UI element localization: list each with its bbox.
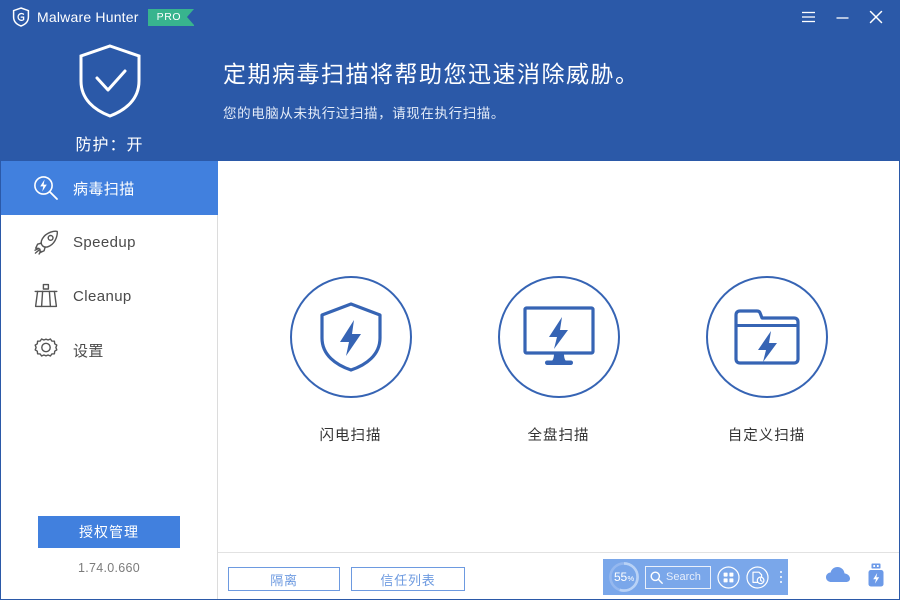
- scan-circle: [497, 276, 620, 398]
- license-management-button[interactable]: 授权管理: [38, 516, 180, 548]
- memory-gauge[interactable]: 55 %: [608, 561, 640, 593]
- more-options-button[interactable]: [775, 570, 787, 584]
- trust-list-button[interactable]: 信任列表: [351, 567, 465, 591]
- gear-icon: [31, 335, 61, 365]
- window-controls: [791, 1, 893, 33]
- floating-widget-overlay: 55 % Search: [603, 559, 788, 595]
- usb-bolt-icon: [868, 563, 884, 587]
- title-bar: Malware Hunter PRO: [1, 1, 899, 33]
- app-brand: Malware Hunter PRO: [12, 1, 195, 33]
- scan-option-label: 全盘扫描: [527, 428, 590, 444]
- scan-option-label: 自定义扫描: [727, 428, 806, 444]
- sidebar-item-label: 病毒扫描: [73, 180, 135, 198]
- gauge-unit: %: [627, 574, 634, 583]
- pro-badge: PRO: [147, 8, 195, 26]
- cloud-icon: [826, 567, 850, 582]
- header-banner: 防护：开 定期病毒扫描将帮助您迅速消除威胁。 您的电脑从未执行过扫描，请现在执行…: [1, 33, 899, 161]
- gauge-value: 55: [614, 570, 627, 584]
- protection-status: 防护：开: [75, 137, 144, 154]
- more-options-icon: [779, 580, 783, 584]
- main-content: 闪电扫描 全盘扫描 自定义扫描: [218, 161, 899, 599]
- cloud-button[interactable]: [825, 566, 851, 584]
- scan-option-quick[interactable]: 闪电扫描: [289, 276, 413, 445]
- scan-option-label: 闪电扫描: [319, 428, 382, 444]
- banner-headline: 定期病毒扫描将帮助您迅速消除威胁。: [223, 61, 640, 87]
- close-icon: [869, 10, 883, 24]
- monitor-bolt-icon: [522, 306, 595, 365]
- usb-scan-button[interactable]: [867, 563, 885, 587]
- shield-bolt-icon: [319, 302, 382, 372]
- minimize-button[interactable]: [825, 1, 859, 33]
- scan-option-full[interactable]: 全盘扫描: [497, 276, 621, 445]
- scan-circle: [289, 276, 412, 398]
- sidebar-item-virus-scan[interactable]: 病毒扫描: [1, 161, 218, 215]
- scan-circle: [705, 276, 828, 398]
- folder-bolt-icon: [733, 309, 800, 365]
- gauge-value-wrap: 55 %: [614, 570, 634, 584]
- sidebar-item-speedup[interactable]: Speedup: [1, 215, 218, 269]
- document-clock-icon: [745, 565, 769, 589]
- sidebar: 病毒扫描 Speedup Cleanup 设置 授权管理 1.74.0.660: [1, 161, 218, 599]
- scan-magnifier-icon: [31, 173, 61, 203]
- more-options-icon: [779, 575, 783, 579]
- broom-icon: [31, 281, 61, 311]
- search-input[interactable]: Search: [645, 565, 711, 589]
- close-button[interactable]: [859, 1, 893, 33]
- apps-grid-button[interactable]: [716, 565, 740, 589]
- minimize-icon: [836, 17, 848, 19]
- sidebar-item-label: Cleanup: [73, 287, 132, 305]
- hamburger-menu-icon: [801, 11, 815, 23]
- banner-subline: 您的电脑从未执行过扫描，请现在执行扫描。: [223, 106, 505, 121]
- tray-icons: [825, 563, 885, 587]
- sidebar-item-cleanup[interactable]: Cleanup: [1, 269, 218, 323]
- scan-option-custom[interactable]: 自定义扫描: [705, 276, 829, 445]
- sidebar-item-label: Speedup: [73, 233, 136, 251]
- sidebar-item-label: 设置: [73, 342, 104, 360]
- scan-options-row: 闪电扫描 全盘扫描 自定义扫描: [218, 276, 899, 445]
- menu-button[interactable]: [791, 1, 825, 33]
- quarantine-button[interactable]: 隔离: [228, 567, 340, 591]
- shield-g-logo-icon: [12, 7, 30, 27]
- malware-hunter-window: Malware Hunter PRO 防护：开 定期病毒扫描将帮助您迅速消除威胁…: [0, 0, 900, 600]
- version-label: 1.74.0.660: [77, 561, 141, 575]
- shield-check-icon: [79, 44, 141, 118]
- history-button[interactable]: [745, 565, 769, 589]
- app-title: Malware Hunter: [37, 9, 139, 25]
- search-placeholder: Search: [666, 571, 701, 583]
- more-options-icon: [779, 570, 783, 574]
- sidebar-nav: 病毒扫描 Speedup Cleanup 设置: [1, 161, 218, 377]
- bottom-bar: 隔离 信任列表: [218, 553, 899, 599]
- grid-apps-icon: [716, 565, 740, 589]
- rocket-icon: [31, 227, 61, 257]
- sidebar-item-settings[interactable]: 设置: [1, 323, 218, 377]
- search-icon: [650, 571, 663, 584]
